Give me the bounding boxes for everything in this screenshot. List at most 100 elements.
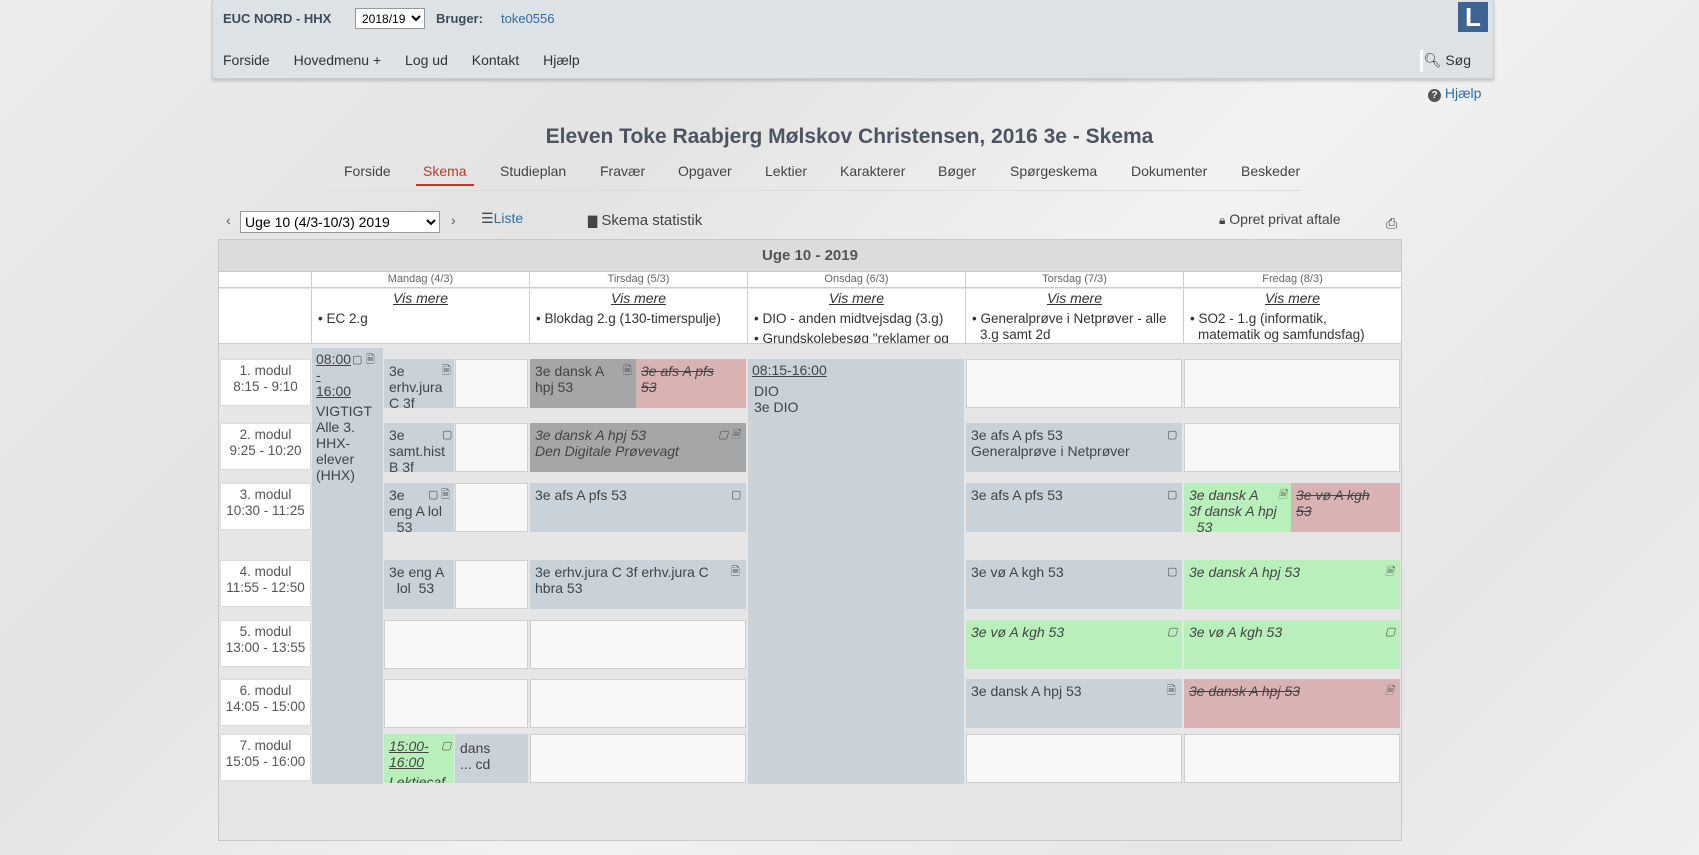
event-lesson[interactable]: ▢ 3e afs A pfs 53 [530,483,746,532]
tab-skema[interactable]: Skema [416,163,474,186]
note-icon: ▢ [1167,566,1178,578]
event-cancelled[interactable]: 3e afs A pfs 53 [636,359,746,408]
tab-karakterer[interactable]: Karakterer [840,163,905,179]
event-lesson[interactable]: 🗎 3e dansk A hpj 53 [530,359,636,408]
day-note: • Grundskolebesøg "reklamer og [754,331,949,344]
tab-spoergeskema[interactable]: Spørgeskema [1010,163,1097,179]
event-cancelled[interactable]: 🗎 3e dansk A hpj 53 [1184,679,1400,728]
tab-boeger[interactable]: Bøger [938,163,976,179]
event-dio[interactable]: 08:15-16:00 DIO 3e DIO [748,359,964,784]
note-icon: ▢ [442,429,453,441]
day-note: • Blokdag 2.g (130-timerspulje) [536,311,721,326]
event-lesson[interactable]: ▢ 3e vø A kgh 53 [1184,620,1400,669]
vis-mere-link[interactable]: Vis mere [1184,290,1401,306]
empty-slot[interactable] [455,483,528,532]
empty-slot[interactable] [966,359,1182,408]
event-lesson[interactable]: 🗎 3e erhv.jura C 3f [384,359,454,408]
event-lesson[interactable]: 🗎 3e dansk A hpj 53 [966,679,1182,728]
tab-forside[interactable]: Forside [344,163,391,179]
event-lesson[interactable]: ▢ 3e afs A pfs 53 Generalprøve i Netprøv… [966,423,1182,472]
tab-lektier[interactable]: Lektier [765,163,807,179]
empty-slot[interactable] [384,679,528,728]
document-icon: 🗎 [731,566,740,578]
empty-slot[interactable] [966,734,1182,783]
vis-mere-link[interactable]: Vis mere [966,290,1183,306]
liste-link[interactable]: ☰Liste [481,210,523,227]
lock-icon: 🔒︎ [1219,213,1226,227]
note-icon: ▢ [428,489,439,501]
skema-statistik-link[interactable]: ▇ Skema statistik [588,212,702,229]
empty-slot[interactable] [530,734,746,783]
next-week-chevron-icon[interactable]: › [451,212,456,228]
vis-mere-link[interactable]: Vis mere [748,290,965,306]
tab-dokumenter[interactable]: Dokumenter [1131,163,1207,179]
note-icon: ▢ [1385,626,1396,638]
empty-slot[interactable] [1184,734,1400,783]
empty-slot[interactable] [530,679,746,728]
student-subnav: Forside Skema Studieplan Fravær Opgaver … [328,160,1302,191]
event-lesson[interactable]: ▢ 🗎 3e eng A lol 53 [384,483,454,532]
help-link-label: Hjælp [1444,85,1482,101]
module-label: 6. modul 14:05 - 15:00 [220,679,311,726]
event-lesson[interactable]: ▢ 🗎 3e dansk A hpj 53 Den Digitale Prøve… [530,423,746,472]
empty-slot[interactable] [1184,359,1400,408]
vis-mere-link[interactable]: Vis mere [312,290,529,306]
day-header-tuesday: Tirsdag (5/3) [530,272,748,288]
empty-slot[interactable] [530,620,746,669]
day-notes-tuesday: Vis mere • Blokdag 2.g (130-timerspulje) [530,289,748,344]
empty-slot[interactable] [1184,423,1400,472]
event-cancelled[interactable]: 3e vø A kgh 53 [1291,483,1400,532]
empty-slot[interactable] [384,620,528,669]
day-note: matematik og samfundsfag) [1198,327,1365,342]
nav-hovedmenu[interactable]: Hovedmenu + [294,52,382,68]
empty-slot[interactable] [455,560,528,609]
search-icon: 🔍︎ [1423,52,1442,68]
module-label: 3. modul 10:30 - 11:25 [220,483,311,530]
event-lesson[interactable]: ▢ 3e vø A kgh 53 [966,560,1182,609]
day-note: • DIO - anden midtvejsdag (3.g) [754,311,944,326]
schedule-grid: Uge 10 - 2019 Mandag (4/3) Tirsdag (5/3)… [218,239,1402,841]
page-title: Eleven Toke Raabjerg Mølskov Christensen… [545,125,1154,148]
opret-privat-aftale-link[interactable]: 🔒︎ Opret privat aftale [1219,211,1341,228]
empty-slot[interactable] [455,423,528,472]
day-notes-wednesday: Vis mere • DIO - anden midtvejsdag (3.g)… [748,289,966,344]
print-icon[interactable]: ⎙ [1386,215,1397,232]
event-lesson[interactable]: 3e eng A lol 53 [384,560,454,609]
event-lesson[interactable]: ▢ 3e samt.hist B 3f [384,423,454,472]
document-icon: 🗎 [623,365,632,377]
vis-mere-link[interactable]: Vis mere [530,290,747,306]
document-icon: 🗎 [731,429,740,441]
school-year-select[interactable]: 2018/19 [355,8,425,29]
day-note: • EC 2.g [318,311,368,326]
note-icon: ▢ [718,429,729,441]
event-lektiecafe[interactable]: ▢ 15:00- 16:00 Lektiecaf [384,734,454,783]
empty-slot[interactable] [455,359,528,408]
event-lesson[interactable]: 🗎 3e dansk A hpj 53 [1184,560,1400,609]
nav-hjaelp[interactable]: Hjælp [543,52,580,68]
prev-week-chevron-icon[interactable]: ‹ [226,212,231,228]
document-icon: 🗎 [1167,685,1176,697]
nav-kontakt[interactable]: Kontakt [472,52,519,68]
event-lesson[interactable]: 🗎 3e dansk A 3f dansk A hpj 53 [1184,483,1291,532]
event-lesson[interactable]: ▢ 3e vø A kgh 53 [966,620,1182,669]
event-lesson[interactable]: dans ... cd [455,734,528,783]
help-link[interactable]: ? Hjælp [1428,85,1481,102]
event-lesson[interactable]: 🗎 3e erhv.jura C 3f erhv.jura C hbra 53 [530,560,746,609]
event-vigtigt[interactable]: ▢ 🗎 08:00 - 16:00 VIGTIGT Alle 3. HHX- e… [312,348,383,784]
tab-opgaver[interactable]: Opgaver [678,163,732,179]
nav-forside[interactable]: Forside [223,52,270,68]
event-lesson[interactable]: ▢ 3e afs A pfs 53 [966,483,1182,532]
user-link[interactable]: toke0556 [501,11,555,26]
week-title: Uge 10 - 2019 [219,240,1401,272]
day-header-monday: Mandag (4/3) [312,272,530,288]
corner-cell [219,289,312,344]
tab-studieplan[interactable]: Studieplan [500,163,566,179]
question-circle-icon: ? [1428,89,1441,102]
skema-statistik-label: Skema statistik [601,212,703,229]
week-select[interactable]: Uge 10 (4/3-10/3) 2019 [240,211,440,233]
nav-log-ud[interactable]: Log ud [405,52,448,68]
tab-fravaer[interactable]: Fravær [600,163,645,179]
search-button[interactable]: 🔍︎ Søg [1424,52,1471,69]
tab-beskeder[interactable]: Beskeder [1241,163,1300,179]
app-logo[interactable]: L [1458,2,1488,32]
